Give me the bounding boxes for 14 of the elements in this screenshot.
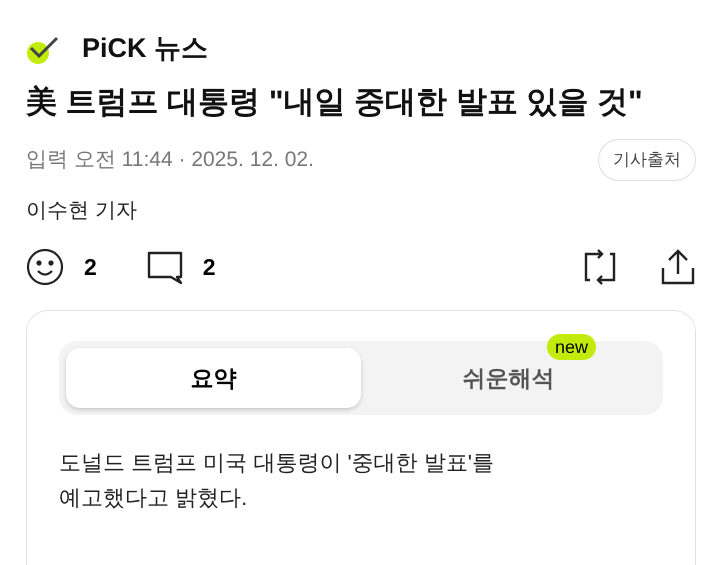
repost-icon[interactable] xyxy=(584,248,616,286)
segment-tab[interactable]: 요약 xyxy=(66,348,361,408)
publish-date: 입력 오전 11:44 · 2025. 12. 02. xyxy=(26,147,314,174)
brand-name: PiCK 뉴스 xyxy=(82,32,208,65)
headline: 美 트럼프 대통령 "내일 중대한 발표 있을 것" xyxy=(26,82,644,120)
comment-count: 2 xyxy=(202,253,216,282)
byline: 이수현 기자 xyxy=(26,198,138,224)
source-button[interactable]: 기사출처 xyxy=(598,139,696,181)
summary-text: 도널드 트럼프 미국 대통령이 '중대한 발표'를 예고했다고 밝혔다. xyxy=(59,449,495,512)
comment-icon[interactable] xyxy=(146,249,183,286)
new-badge: new xyxy=(546,334,596,360)
reaction-count: 2 xyxy=(84,253,97,282)
smiley-icon[interactable] xyxy=(26,248,64,286)
share-icon[interactable] xyxy=(660,248,696,286)
